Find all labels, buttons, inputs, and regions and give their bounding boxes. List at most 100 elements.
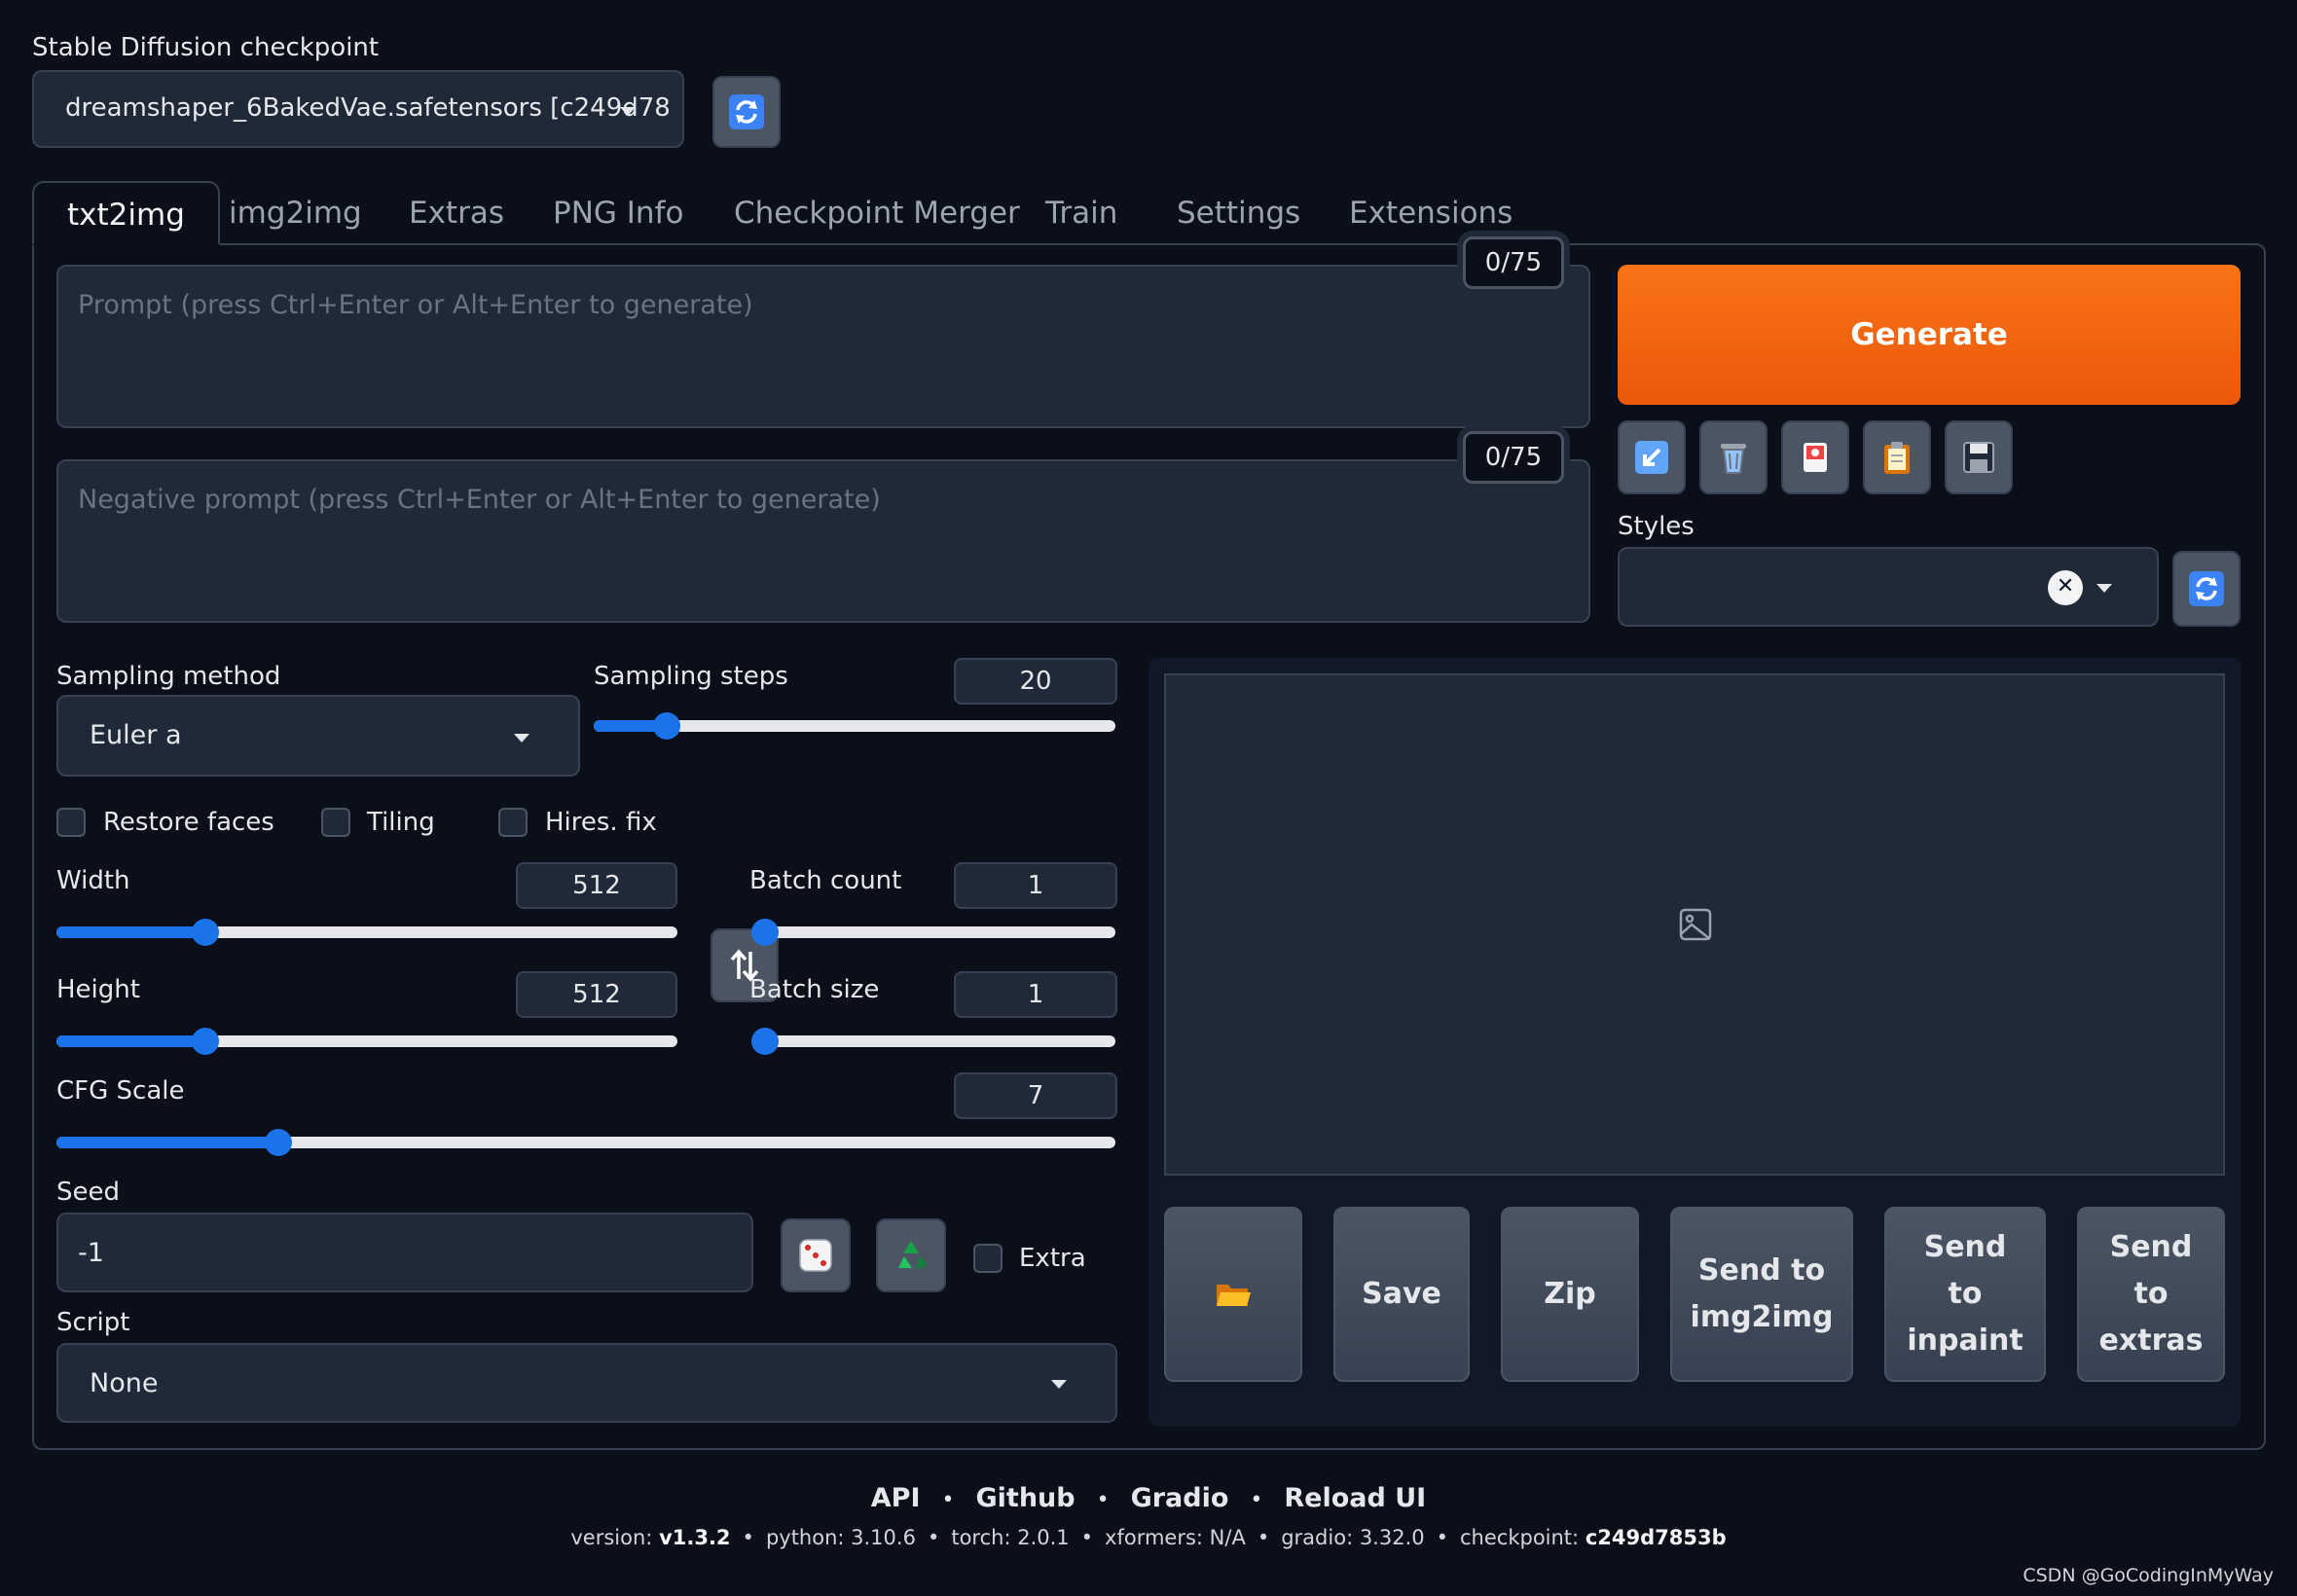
slider-thumb[interactable] — [751, 1028, 779, 1055]
tiling-checkbox[interactable] — [321, 808, 350, 837]
prompt-placeholder: Prompt (press Ctrl+Enter or Alt+Enter to… — [78, 290, 753, 320]
batch-count-input[interactable]: 1 — [954, 862, 1117, 909]
gradio-version: gradio: 3.32.0 — [1281, 1526, 1425, 1549]
script-select[interactable]: None — [56, 1343, 1117, 1423]
send-to-extras-button[interactable]: Send to extras — [2077, 1207, 2225, 1382]
slider-thumb[interactable] — [192, 1028, 219, 1055]
version-label: version: — [570, 1526, 653, 1549]
save-button[interactable]: Save — [1333, 1207, 1470, 1382]
generate-button[interactable]: Generate — [1618, 265, 2241, 405]
recycle-icon — [898, 1241, 927, 1268]
tiling-label: Tiling — [367, 808, 435, 837]
sampling-steps-slider[interactable] — [594, 712, 1115, 740]
footer-link-github[interactable]: Github — [976, 1483, 1076, 1513]
restore-faces-label: Restore faces — [103, 808, 274, 837]
send-to-inpaint-line2: to — [1948, 1277, 1983, 1311]
checkpoint-label: Stable Diffusion checkpoint — [32, 33, 380, 62]
refresh-checkpoint-button[interactable] — [712, 76, 781, 148]
save-style-button[interactable] — [1945, 420, 2013, 494]
negative-prompt-input[interactable]: Negative prompt (press Ctrl+Enter or Alt… — [56, 459, 1590, 623]
clear-prompt-button[interactable] — [1699, 420, 1768, 494]
chevron-down-icon — [2096, 584, 2112, 593]
styles-select[interactable]: ✕ — [1618, 547, 2159, 627]
tab-txt2img[interactable]: txt2img — [32, 181, 220, 245]
extra-seed-checkbox[interactable] — [973, 1244, 1003, 1273]
python-version: python: 3.10.6 — [765, 1526, 916, 1549]
batch-size-label: Batch size — [749, 975, 880, 1004]
prompt-input[interactable]: Prompt (press Ctrl+Enter or Alt+Enter to… — [56, 265, 1590, 428]
styles-label: Styles — [1618, 512, 1695, 541]
send-to-inpaint-button[interactable]: Send to inpaint — [1884, 1207, 2046, 1382]
footer-link-reload-ui[interactable]: Reload UI — [1284, 1483, 1426, 1513]
read-params-button[interactable] — [1618, 420, 1686, 494]
open-folder-button[interactable] — [1164, 1207, 1302, 1382]
chevron-down-icon — [514, 734, 529, 743]
trash-icon — [1721, 444, 1746, 474]
sampling-steps-input[interactable]: 20 — [954, 658, 1117, 705]
height-input[interactable]: 512 — [516, 971, 677, 1018]
cfg-scale-label: CFG Scale — [56, 1076, 185, 1106]
send-to-extras-line1: Send — [2109, 1230, 2193, 1264]
checkpoint-hash-label: checkpoint: — [1460, 1526, 1580, 1549]
tab-img2img[interactable]: img2img — [196, 181, 395, 245]
width-input[interactable]: 512 — [516, 862, 677, 909]
batch-size-input[interactable]: 1 — [954, 971, 1117, 1018]
sampling-method-value: Euler a — [90, 720, 182, 750]
height-label: Height — [56, 975, 140, 1004]
send-to-inpaint-line3: inpaint — [1907, 1324, 2024, 1358]
chevron-down-icon — [620, 107, 636, 116]
send-to-img2img-line1: Send to — [1697, 1253, 1826, 1288]
folder-icon — [1217, 1285, 1251, 1306]
chevron-down-icon — [1051, 1380, 1067, 1389]
height-slider[interactable] — [56, 1028, 677, 1055]
checkpoint-hash: c249d7853b — [1585, 1526, 1727, 1549]
tab-settings[interactable]: Settings — [1144, 181, 1333, 245]
send-to-extras-line2: to — [2133, 1277, 2169, 1311]
send-to-img2img-line2: img2img — [1690, 1300, 1834, 1334]
footer-link-gradio[interactable]: Gradio — [1131, 1483, 1229, 1513]
seed-label: Seed — [56, 1178, 120, 1207]
slider-thumb[interactable] — [653, 712, 680, 740]
script-label: Script — [56, 1308, 130, 1337]
hires-fix-label: Hires. fix — [545, 808, 657, 837]
script-value: None — [90, 1368, 159, 1398]
tab-checkpoint-merger[interactable]: Checkpoint Merger — [701, 181, 1053, 245]
random-seed-button[interactable] — [781, 1218, 851, 1292]
seed-input[interactable]: -1 — [56, 1213, 753, 1292]
sampling-method-select[interactable]: Euler a — [56, 695, 580, 777]
slider-thumb[interactable] — [192, 919, 219, 946]
batch-size-slider[interactable] — [751, 1028, 1115, 1055]
slider-thumb[interactable] — [751, 919, 779, 946]
extra-seed-label: Extra — [1019, 1244, 1086, 1273]
tab-png-info[interactable]: PNG Info — [520, 181, 716, 245]
footer-link-api[interactable]: API — [871, 1483, 921, 1513]
reuse-seed-button[interactable] — [876, 1218, 946, 1292]
cfg-scale-input[interactable]: 7 — [954, 1072, 1117, 1119]
torch-version: torch: 2.0.1 — [951, 1526, 1070, 1549]
width-slider[interactable] — [56, 919, 677, 946]
refresh-styles-button[interactable] — [2172, 551, 2241, 627]
slider-thumb[interactable] — [265, 1129, 292, 1156]
clear-styles-icon[interactable]: ✕ — [2048, 570, 2083, 605]
batch-count-slider[interactable] — [751, 919, 1115, 946]
refresh-icon — [729, 94, 764, 129]
image-icon — [1679, 908, 1712, 941]
cfg-scale-slider[interactable] — [56, 1129, 1115, 1156]
output-gallery — [1164, 673, 2225, 1176]
batch-count-label: Batch count — [749, 866, 902, 895]
tab-extras[interactable]: Extras — [376, 181, 537, 245]
extra-networks-button[interactable] — [1781, 420, 1849, 494]
restore-faces-checkbox[interactable] — [56, 808, 86, 837]
checkpoint-select[interactable]: dreamshaper_6BakedVae.safetensors [c249d… — [32, 70, 684, 148]
negative-prompt-token-counter: 0/75 — [1463, 431, 1564, 484]
save-icon — [1963, 442, 1994, 473]
sampling-steps-label: Sampling steps — [594, 662, 788, 691]
xformers-version: xformers: N/A — [1105, 1526, 1246, 1549]
apply-style-button[interactable] — [1863, 420, 1931, 494]
send-to-img2img-button[interactable]: Send to img2img — [1670, 1207, 1853, 1382]
footer-versions: version: v1.3.2 • python: 3.10.6 • torch: 2.… — [570, 1526, 1727, 1549]
hires-fix-checkbox[interactable] — [498, 808, 528, 837]
tab-train[interactable]: Train — [1012, 181, 1150, 245]
zip-button[interactable]: Zip — [1501, 1207, 1639, 1382]
watermark: CSDN @GoCodingInMyWay — [2023, 1565, 2274, 1586]
